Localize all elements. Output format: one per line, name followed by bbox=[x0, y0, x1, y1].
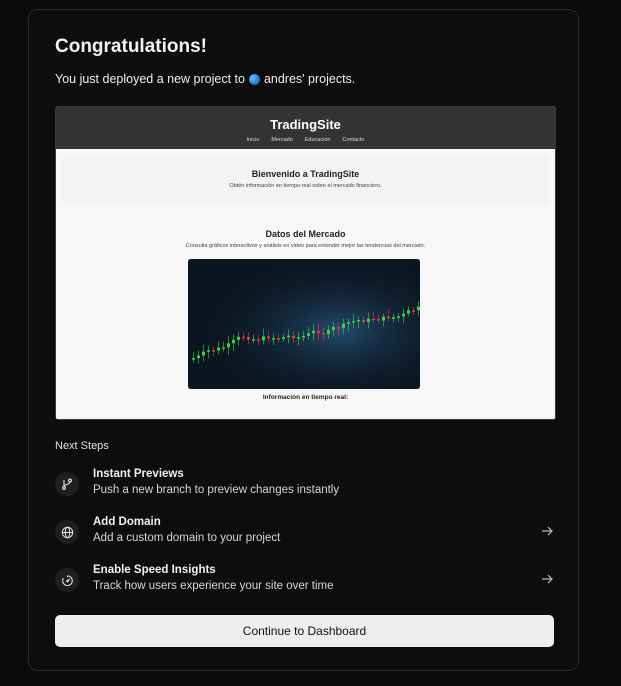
candle-body bbox=[222, 347, 225, 349]
candle-body bbox=[382, 316, 385, 321]
candle-body bbox=[262, 336, 265, 341]
candle-body bbox=[232, 339, 235, 344]
step-title: Enable Speed Insights bbox=[93, 564, 216, 576]
step-title: Add Domain bbox=[93, 516, 161, 528]
candle-body bbox=[277, 338, 280, 340]
candle-body bbox=[257, 339, 260, 341]
candle-body bbox=[397, 316, 400, 318]
globe-icon bbox=[55, 520, 79, 544]
subtitle-text: You just deployed a new project to bbox=[55, 72, 245, 86]
candlestick-image bbox=[188, 259, 420, 389]
candle-body bbox=[272, 338, 275, 340]
candle-body bbox=[347, 322, 350, 324]
preview-site-nav: Inicio Mercado Educación Contacto bbox=[56, 137, 555, 143]
candle-body bbox=[242, 336, 245, 339]
deployment-success-card: Congratulations! You just deployed a new… bbox=[28, 9, 579, 671]
candle-body bbox=[202, 351, 205, 356]
step-title: Instant Previews bbox=[93, 468, 184, 480]
candle-body bbox=[217, 347, 220, 351]
candle-body bbox=[332, 327, 335, 330]
candle-body bbox=[237, 336, 240, 340]
git-branch-icon bbox=[55, 472, 79, 496]
candle-body bbox=[287, 335, 290, 338]
step-enable-speed-insights[interactable]: Enable Speed Insights Track how users ex… bbox=[55, 564, 554, 600]
site-preview[interactable]: TradingSite Inicio Mercado Educación Con… bbox=[55, 106, 556, 420]
candle-body bbox=[302, 335, 305, 338]
candle-body bbox=[352, 321, 355, 323]
preview-nav-item: Inicio bbox=[246, 137, 260, 143]
candle-body bbox=[387, 316, 390, 319]
step-description: Track how users experience your site ove… bbox=[93, 580, 334, 592]
candle-body bbox=[247, 337, 250, 340]
preview-section-title: Datos del Mercado bbox=[265, 229, 346, 239]
candle-body bbox=[402, 313, 405, 317]
preview-section-text: Consulta gráficos interactivos y análisi… bbox=[185, 243, 426, 249]
arrow-right-icon[interactable] bbox=[540, 524, 554, 538]
candle-body bbox=[357, 320, 360, 322]
candle-body bbox=[197, 355, 200, 359]
step-description: Push a new branch to preview changes ins… bbox=[93, 484, 340, 496]
team-name: andres' projects. bbox=[263, 72, 356, 86]
candle-body bbox=[192, 358, 195, 360]
candle-body bbox=[297, 337, 300, 339]
next-steps-heading: Next Steps bbox=[55, 440, 109, 452]
candle-body bbox=[322, 333, 325, 335]
step-description: Add a custom domain to your project bbox=[93, 532, 281, 544]
speed-gauge-icon bbox=[55, 568, 79, 592]
candle-body bbox=[282, 337, 285, 339]
preview-nav-item: Mercado bbox=[271, 137, 293, 143]
preview-realtime-label: Información en tiempo real: bbox=[262, 394, 349, 401]
candle-body bbox=[412, 310, 415, 312]
preview-hero-text: Obtén información en tiempo real sobre e… bbox=[229, 183, 382, 189]
candle-body bbox=[417, 306, 420, 311]
candle-body bbox=[212, 350, 215, 352]
candle-body bbox=[252, 339, 255, 341]
candle-body bbox=[227, 343, 230, 348]
candle-body bbox=[307, 333, 310, 336]
preview-nav-item: Educación bbox=[304, 137, 331, 143]
preview-market-chart-image bbox=[188, 259, 420, 389]
candle-body bbox=[207, 350, 210, 352]
candle-body bbox=[327, 329, 330, 335]
step-add-domain[interactable]: Add Domain Add a custom domain to your p… bbox=[55, 516, 554, 552]
candle-body bbox=[362, 320, 365, 323]
deploy-subtitle: You just deployed a new project to andre… bbox=[55, 72, 355, 86]
candle-body bbox=[267, 336, 270, 339]
preview-site-body: Bienvenido a TradingSite Obtén informaci… bbox=[56, 149, 555, 419]
step-instant-previews[interactable]: Instant Previews Push a new branch to pr… bbox=[55, 468, 554, 504]
preview-hero: Bienvenido a TradingSite Obtén informaci… bbox=[62, 155, 549, 205]
page-title: Congratulations! bbox=[55, 36, 207, 57]
candle-body bbox=[317, 330, 320, 334]
team-avatar bbox=[248, 73, 260, 85]
preview-hero-title: Bienvenido a TradingSite bbox=[251, 169, 360, 179]
candle-body bbox=[367, 318, 370, 323]
continue-to-dashboard-button[interactable]: Continue to Dashboard bbox=[55, 615, 554, 647]
candle-body bbox=[372, 318, 375, 321]
candle-body bbox=[292, 335, 295, 339]
candle-body bbox=[407, 310, 410, 314]
candle-body bbox=[377, 319, 380, 321]
candle-body bbox=[392, 317, 395, 319]
preview-site-header: TradingSite Inicio Mercado Educación Con… bbox=[56, 107, 555, 149]
candle-body bbox=[342, 323, 345, 328]
preview-market-section: Datos del Mercado Consulta gráficos inte… bbox=[56, 215, 555, 249]
arrow-right-icon[interactable] bbox=[540, 572, 554, 586]
preview-site-title: TradingSite bbox=[270, 117, 341, 132]
candle-body bbox=[312, 330, 315, 334]
preview-nav-item: Contacto bbox=[342, 137, 365, 143]
candle-body bbox=[337, 327, 340, 329]
